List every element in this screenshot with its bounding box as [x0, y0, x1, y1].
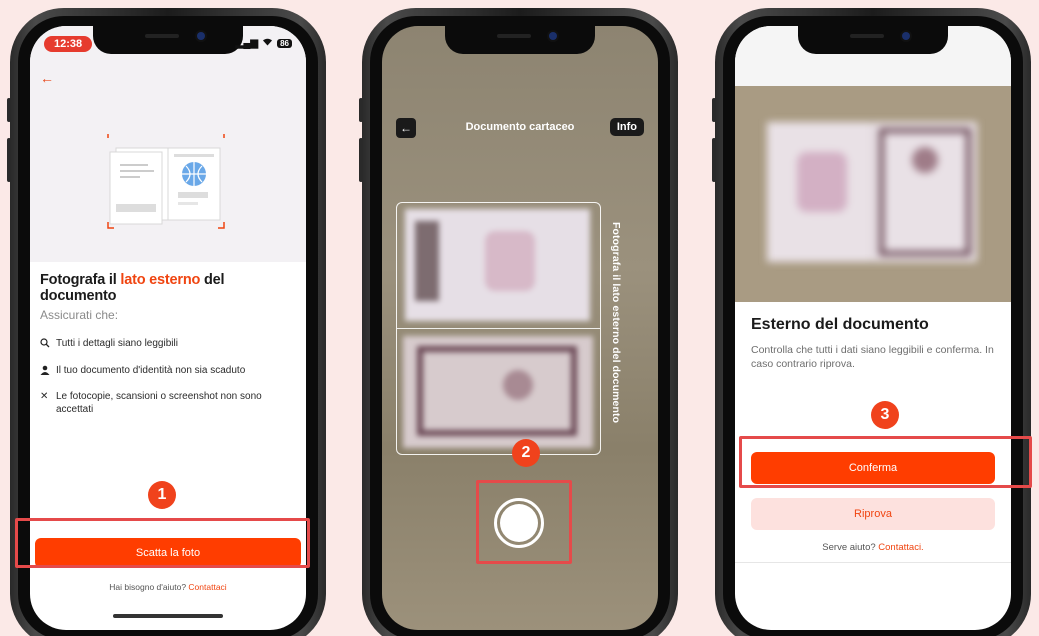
- instruction-vertical-label: Fotografa il lato esterno del documento: [610, 222, 622, 424]
- battery-icon: 86: [277, 38, 292, 48]
- side-button: [359, 138, 363, 182]
- status-time: 12:38: [44, 36, 93, 52]
- contact-link[interactable]: Contattaci: [188, 582, 226, 592]
- highlight-box-3: [739, 436, 1032, 488]
- help-text: Hai bisogno d'aiuto? Contattaci: [109, 582, 227, 592]
- retry-button[interactable]: Riprova: [751, 498, 995, 530]
- check-item: ✕ Le fotocopie, scansioni o screenshot n…: [40, 391, 296, 416]
- highlight-box-2: [476, 480, 572, 564]
- status-bar: 12:38 ▂▄▆ 86: [44, 36, 292, 54]
- check-text: Tutti i dettagli siano leggibili: [56, 338, 178, 349]
- divider: [735, 562, 1011, 563]
- signal-icon: ▂▄▆: [235, 37, 259, 49]
- check-text: Le fotocopie, scansioni o screenshot non…: [56, 391, 262, 415]
- step-badge-2: 2: [512, 439, 540, 467]
- home-indicator: [113, 614, 223, 618]
- title-accent: lato esterno: [120, 272, 201, 288]
- side-button: [712, 98, 716, 122]
- capture-frame: [396, 202, 601, 455]
- highlight-box-1: [15, 518, 310, 568]
- frame-divider: [397, 328, 600, 329]
- close-icon: ✕: [40, 391, 49, 402]
- status-icons: ▂▄▆ 86: [236, 37, 292, 49]
- info-button[interactable]: Info: [609, 118, 644, 136]
- document-photo: [767, 122, 977, 262]
- phone-frame-3: Esterno del documento Controlla che tutt…: [712, 8, 1031, 636]
- page-title: Esterno del documento: [751, 316, 929, 333]
- back-arrow-icon[interactable]: ←: [40, 70, 54, 86]
- description: Controlla che tutti i dati siano leggibi…: [751, 344, 994, 371]
- captured-photo: [735, 86, 1011, 302]
- step-badge-1: 1: [148, 481, 176, 509]
- person-icon: [40, 365, 52, 380]
- document-illustration-icon: [107, 134, 225, 229]
- check-item: Il tuo documento d'identità non sia scad…: [40, 365, 296, 380]
- help-text: Serve aiuto? Contattaci.: [822, 542, 924, 553]
- side-button: [7, 98, 11, 122]
- check-item: Tutti i dettagli siano leggibili: [40, 338, 296, 353]
- side-button: [7, 138, 11, 182]
- title-prefix: Fotografa il: [40, 272, 121, 288]
- side-button: [359, 98, 363, 122]
- search-icon: [40, 338, 52, 353]
- contact-link[interactable]: Contattaci.: [878, 542, 923, 553]
- document-preview-bottom: [403, 336, 593, 448]
- instructions: Fotografa il lato esterno del documento …: [40, 272, 296, 416]
- review-panel: Esterno del documento Controlla che tutt…: [751, 316, 995, 371]
- step-badge-3: 3: [871, 401, 899, 429]
- subtitle: Assicurati che:: [40, 308, 119, 322]
- check-text: Il tuo documento d'identità non sia scad…: [56, 364, 246, 376]
- document-preview-top: [405, 209, 590, 321]
- side-button: [712, 138, 716, 182]
- screen-3: Esterno del documento Controlla che tutt…: [735, 26, 1011, 630]
- notch: [445, 26, 595, 54]
- camera-header: ← Documento cartaceo Info: [382, 118, 658, 144]
- wifi-icon: [262, 37, 273, 49]
- page-title: Fotografa il lato esterno del documento: [40, 272, 296, 304]
- notch: [798, 26, 948, 54]
